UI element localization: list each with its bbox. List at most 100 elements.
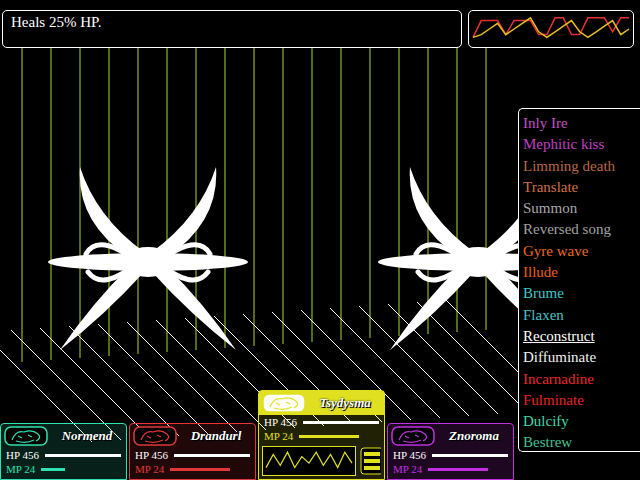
skill-item[interactable]: Summon (523, 198, 637, 219)
skill-item[interactable]: Flaxen (523, 305, 637, 326)
wave-line (266, 452, 352, 467)
floor-line (388, 304, 498, 414)
hp-row: HP 456 (388, 448, 513, 462)
hp-fill (45, 454, 121, 457)
wave-meter (262, 446, 356, 476)
skill-item[interactable]: Reversed song (523, 219, 637, 240)
mp-fill (170, 468, 230, 471)
creature-figure (48, 167, 248, 350)
member-name: Znoroma (438, 428, 510, 444)
party-card[interactable]: Znoroma HP 456MP 24 (387, 423, 514, 480)
hp-row: HP 456 (259, 415, 384, 429)
skill-item[interactable]: Inly Ire (523, 113, 637, 134)
hp-fill (303, 421, 379, 424)
grid-line (51, 30, 52, 360)
party-card[interactable]: Drandurl HP 456MP 24 (129, 423, 256, 480)
skill-label: Dulcify (523, 413, 569, 429)
top-bar: Heals 25% HP. (0, 0, 640, 48)
floor-line (156, 320, 266, 430)
grid-line (138, 30, 139, 354)
hp-label: HP 456 (135, 449, 168, 462)
card-header: Tsydysma (259, 391, 384, 415)
party-card[interactable]: Normend HP 456MP 24 (0, 423, 127, 480)
skill-label: Reversed song (523, 221, 611, 237)
hp-label: HP 456 (6, 449, 39, 462)
hp-label: HP 456 (393, 449, 426, 462)
mp-label: MP 24 (264, 430, 293, 443)
wave-plot (263, 447, 355, 475)
hp-label: HP 456 (264, 416, 297, 429)
grid-line (341, 32, 342, 340)
mp-row: MP 24 (130, 462, 255, 476)
skill-item[interactable]: Illude (523, 262, 637, 283)
mp-track (428, 468, 508, 471)
skill-label: Mephitic kiss (523, 136, 604, 152)
skill-item[interactable]: Bestrew (523, 432, 637, 453)
floor-line (69, 326, 179, 436)
grid-line (370, 28, 371, 338)
chart-plot (469, 11, 633, 47)
hp-track (45, 454, 121, 457)
skill-item[interactable]: Dulcify (523, 411, 637, 432)
face-icon (391, 426, 435, 446)
hp-row: HP 456 (1, 448, 126, 462)
chart-line (473, 18, 629, 38)
mp-row: MP 24 (388, 462, 513, 476)
grid-line (312, 30, 313, 342)
grid-line (399, 30, 400, 336)
mp-fill (41, 468, 65, 471)
mp-label: MP 24 (393, 463, 422, 476)
skill-item[interactable]: Diffuminate (523, 347, 637, 368)
skill-menu: Inly Ire Mephitic kiss Limming death Transl… (518, 108, 640, 452)
mp-fill (428, 468, 488, 471)
face-icon (262, 393, 306, 413)
grid-line (167, 32, 168, 352)
mp-row: MP 24 (259, 429, 384, 443)
turn-chart (468, 10, 634, 48)
message-text: Heals 25% HP. (11, 14, 101, 30)
skill-label: Flaxen (523, 307, 564, 323)
grid-line (486, 30, 487, 330)
floor-line (127, 322, 237, 432)
skill-item[interactable]: Reconstruct (523, 326, 637, 347)
skill-label: Brume (523, 285, 564, 301)
hp-fill (174, 454, 250, 457)
skill-item[interactable]: Incarnadine (523, 369, 637, 390)
skill-item[interactable]: Brume (523, 283, 637, 304)
skill-label: Diffuminate (523, 349, 596, 365)
skill-label: Incarnadine (523, 371, 594, 387)
grid-line (225, 30, 226, 348)
skill-item[interactable]: Mephitic kiss (523, 134, 637, 155)
message-box: Heals 25% HP. (2, 10, 462, 48)
floor-line (417, 302, 527, 412)
turn-panel (259, 443, 384, 476)
card-header: Znoroma (388, 424, 513, 448)
skill-item[interactable]: Translate (523, 177, 637, 198)
member-name: Drandurl (180, 428, 252, 444)
party-bar: NormendHP 456MP 24DrandurlHP 456MP 24Tsy… (0, 390, 516, 480)
skill-label: Illude (523, 264, 558, 280)
skill-item[interactable]: Fulminate (523, 390, 637, 411)
mp-track (170, 468, 250, 471)
party-card[interactable]: TsydysmaHP 456MP 24 (258, 390, 385, 480)
face-icon (133, 426, 177, 446)
mp-row: MP 24 (1, 462, 126, 476)
mp-track (41, 468, 121, 471)
skill-item[interactable]: Limming death (523, 156, 637, 177)
mp-fill (299, 435, 359, 438)
skill-label: Inly Ire (523, 115, 568, 131)
hp-fill (432, 454, 508, 457)
gauge-icon (360, 447, 381, 475)
skill-label: Translate (523, 179, 578, 195)
skill-label: Reconstruct (523, 328, 595, 344)
hp-track (432, 454, 508, 457)
mp-track (299, 435, 379, 438)
chart-line (473, 18, 629, 38)
floor-line (40, 328, 150, 438)
member-name: Normend (51, 428, 123, 444)
grid-line (22, 28, 23, 362)
grid-line (254, 32, 255, 346)
skill-label: Limming death (523, 158, 615, 174)
hp-track (174, 454, 250, 457)
skill-item[interactable]: Gyre wave (523, 241, 637, 262)
